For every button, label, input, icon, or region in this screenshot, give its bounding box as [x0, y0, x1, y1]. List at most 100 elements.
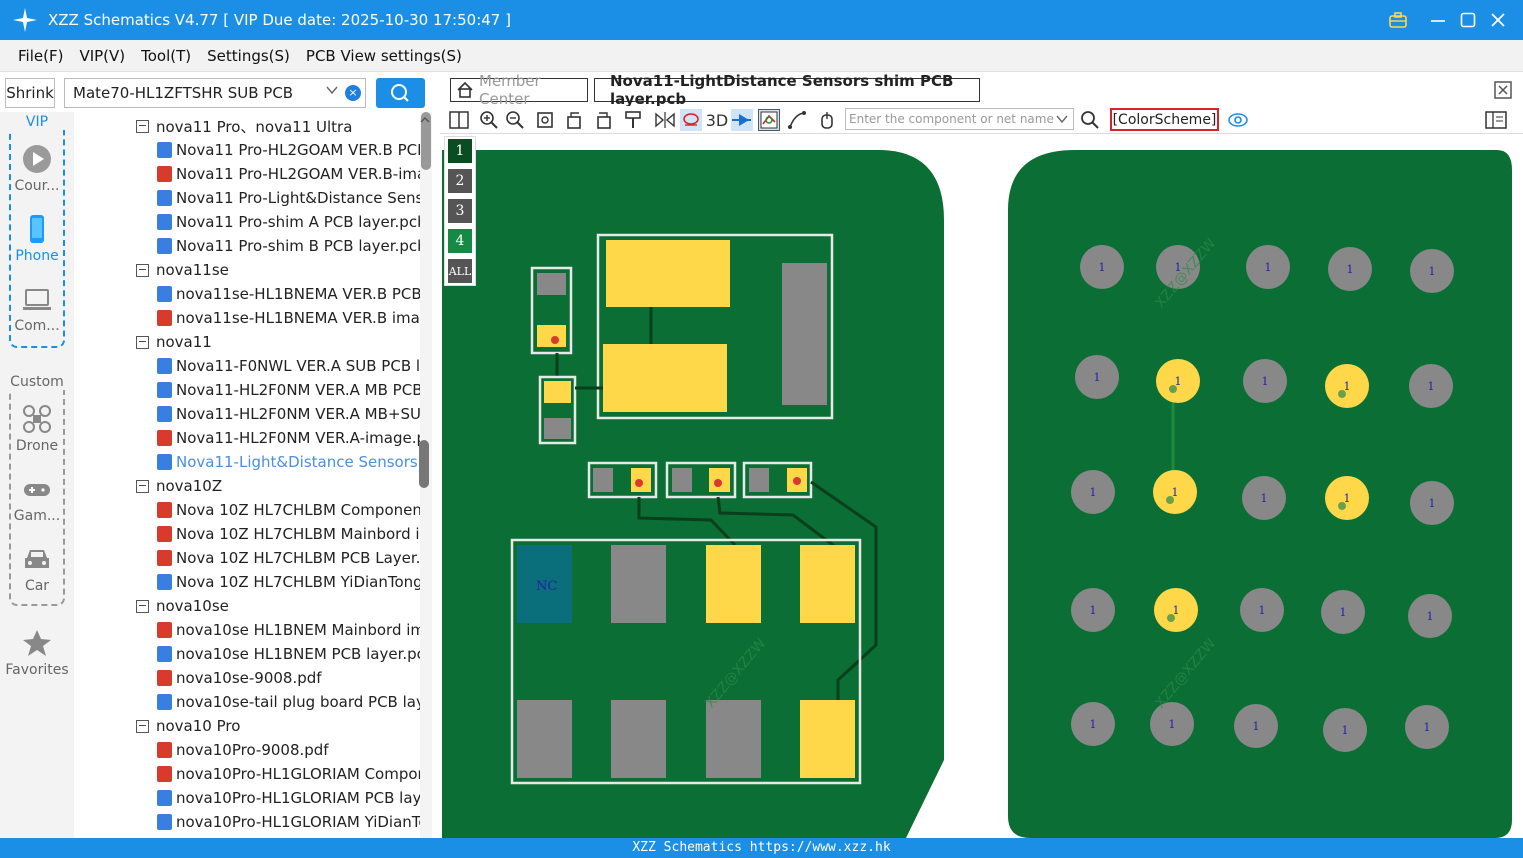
tree-file[interactable]: nova10se HL1BNEM PCB layer.pcb [74, 642, 420, 666]
trace-icon[interactable] [786, 109, 808, 131]
rail-item-games[interactable]: Gam... [0, 474, 74, 524]
tree-file[interactable]: nova10Pro-HL1GLORIAM YiDianTc [74, 810, 420, 834]
layer-2-button[interactable]: 2 [448, 169, 472, 193]
tree-file[interactable]: Nova11 Pro-shim A PCB layer.pcb [74, 210, 420, 234]
tree-folder[interactable]: − nova11 [74, 330, 420, 354]
chevron-down-icon[interactable] [1055, 112, 1069, 129]
pad-label: 1 [1090, 718, 1097, 731]
tree-file[interactable]: Nova11-HL2F0NM VER.A-image.pc [74, 426, 420, 450]
rail-item-courses[interactable]: Cour... [0, 144, 74, 194]
layer-3-button[interactable]: 3 [448, 199, 472, 223]
pad-label: 1 [1175, 375, 1182, 388]
layer-4-button[interactable]: 4 [448, 229, 472, 253]
tree-file[interactable]: Nova 10Z HL7CHLBM PCB Layer.pc [74, 546, 420, 570]
hand-icon[interactable] [816, 109, 838, 131]
pdf-file-icon [157, 166, 172, 182]
shrink-button[interactable]: Shrink [5, 78, 55, 108]
tree-file[interactable]: Nova 10Z HL7CHLBM Component [74, 498, 420, 522]
minimize-button[interactable] [1426, 8, 1450, 32]
menu-tool[interactable]: Tool(T) [141, 47, 191, 65]
collapse-icon[interactable]: − [136, 479, 149, 493]
tree-file[interactable]: Nova11-HL2F0NM VER.A MB+SUB [74, 402, 420, 426]
tree-file[interactable]: nova10Pro-9008.pdf [74, 738, 420, 762]
splitter-handle[interactable] [419, 440, 429, 488]
rail-item-car[interactable]: Car [0, 544, 74, 594]
menu-settings[interactable]: Settings(S) [207, 47, 290, 65]
layer-all-button[interactable]: ALL [448, 259, 472, 283]
zoom-out-icon[interactable] [504, 109, 526, 131]
mirror-icon[interactable] [654, 109, 676, 131]
tree-file[interactable]: nova10Pro-HL1GLORIAM Compon [74, 762, 420, 786]
collapse-icon[interactable]: − [136, 719, 149, 733]
tree-folder[interactable]: − nova10 Pro [74, 714, 420, 738]
tree-file[interactable]: nova11se-HL1BNEMA VER.B PCB la [74, 282, 420, 306]
three-d-button[interactable]: 3D [705, 109, 729, 131]
rail-item-drone[interactable]: Drone [0, 404, 74, 454]
tree-file[interactable]: Nova 10Z HL7CHLBM Mainbord in [74, 522, 420, 546]
pcb-canvas[interactable]: NC XZZ@XZZW 1111111111111111111111111 XZ… [440, 134, 1523, 838]
menu-file[interactable]: File(F) [18, 47, 63, 65]
tree-file[interactable]: Nova11 Pro-Light&Distance Senso [74, 186, 420, 210]
tree-file[interactable]: nova10se-9008.pdf [74, 666, 420, 690]
search-button[interactable] [376, 78, 425, 108]
briefcase-icon[interactable] [1386, 8, 1410, 32]
collapse-icon[interactable]: − [136, 119, 149, 133]
scroll-up-icon[interactable] [418, 113, 432, 127]
tree-file[interactable]: nova11se-HL1BNEMA VER.B image [74, 306, 420, 330]
chevron-down-icon[interactable] [325, 83, 339, 101]
rail-item-phone[interactable]: Phone [0, 214, 74, 264]
rail-item-computer[interactable]: Com... [0, 284, 74, 334]
net-view-icon[interactable] [758, 109, 780, 131]
tab-active-file[interactable]: Nova11-LightDistance Sensors shim PCB la… [594, 72, 980, 108]
pad-label: 1 [1344, 492, 1351, 505]
tree-file[interactable]: nova10se HL1BNEM Mainbord ima [74, 618, 420, 642]
collapse-icon[interactable]: − [136, 599, 149, 613]
pcb-file-icon [157, 454, 172, 470]
rotate-right-icon[interactable] [592, 109, 614, 131]
search-placeholder: Enter the component or net name [849, 112, 1054, 126]
pdf-file-icon [157, 766, 172, 782]
tree-file[interactable]: Nova11 Pro-HL2GOAM VER.B PCB [74, 138, 420, 162]
menu-pcb-view-settings[interactable]: PCB View settings(S) [306, 47, 462, 65]
close-tab-icon[interactable] [1493, 80, 1513, 100]
eye-icon[interactable] [1227, 109, 1249, 131]
maximize-button[interactable] [1456, 8, 1480, 32]
tab-member-center[interactable]: Member Center [450, 72, 588, 108]
close-button[interactable] [1486, 8, 1510, 32]
tree-folder[interactable]: − nova10se [74, 594, 420, 618]
tree-file[interactable]: Nova11 Pro-shim B PCB layer.pcb [74, 234, 420, 258]
fit-view-icon[interactable] [534, 109, 556, 131]
panel-toggle-icon[interactable] [1484, 109, 1508, 131]
rail-item-favorites[interactable]: Favorites [0, 628, 74, 678]
collapse-icon[interactable]: − [136, 263, 149, 277]
rotate-left-icon[interactable] [564, 109, 586, 131]
color-scheme-button[interactable]: [ColorScheme] [1110, 108, 1219, 131]
pad [603, 344, 727, 412]
pcb-drawing[interactable]: NC XZZ@XZZW 1 1 1 1 11 1 1 1 11 1 1 1 11 1 1 1 11 1 1 1 1 XZ… [440, 134, 1523, 838]
pin-icon[interactable] [731, 109, 753, 131]
component-search-input[interactable]: Enter the component or net name [845, 108, 1074, 130]
model-search-input[interactable]: Mate70-HL1ZFTSHR SUB PCB × [64, 78, 366, 108]
tree-folder[interactable]: − nova11se [74, 258, 420, 282]
tree-file[interactable]: Nova11-HL2F0NM VER.A MB PCB l [74, 378, 420, 402]
clear-icon[interactable]: × [345, 85, 361, 101]
tree-folder[interactable]: − nova11 Pro、nova11 Ultra [74, 114, 420, 138]
menu-vip[interactable]: VIP(V) [79, 47, 125, 65]
tree-file[interactable]: Nova11-F0NWL VER.A SUB PCB lay [74, 354, 420, 378]
tree-folder[interactable]: − nova10Z [74, 474, 420, 498]
zoom-in-icon[interactable] [478, 109, 500, 131]
collapse-icon[interactable]: − [136, 335, 149, 349]
laptop-icon [22, 284, 52, 314]
tree-file[interactable]: Nova11 Pro-HL2GOAM VER.B-imag [74, 162, 420, 186]
tree-file[interactable]: Nova11-Light&Distance Sensors sh [74, 450, 420, 474]
search-icon[interactable] [1079, 109, 1101, 131]
layer-1-button[interactable]: 1 [448, 139, 472, 163]
tree-file[interactable]: Nova 10Z HL7CHLBM YiDianTong. [74, 570, 420, 594]
menu-bar: File(F) VIP(V) Tool(T) Settings(S) PCB V… [0, 40, 1523, 72]
tree-label: Nova11-F0NWL VER.A SUB PCB lay [176, 357, 420, 375]
tree-file[interactable]: nova10se-tail plug board PCB laye [74, 690, 420, 714]
paint-icon[interactable] [622, 109, 644, 131]
tree-file[interactable]: nova10Pro-HL1GLORIAM PCB laye [74, 786, 420, 810]
split-view-icon[interactable] [448, 109, 470, 131]
highlight-icon[interactable] [680, 109, 702, 131]
